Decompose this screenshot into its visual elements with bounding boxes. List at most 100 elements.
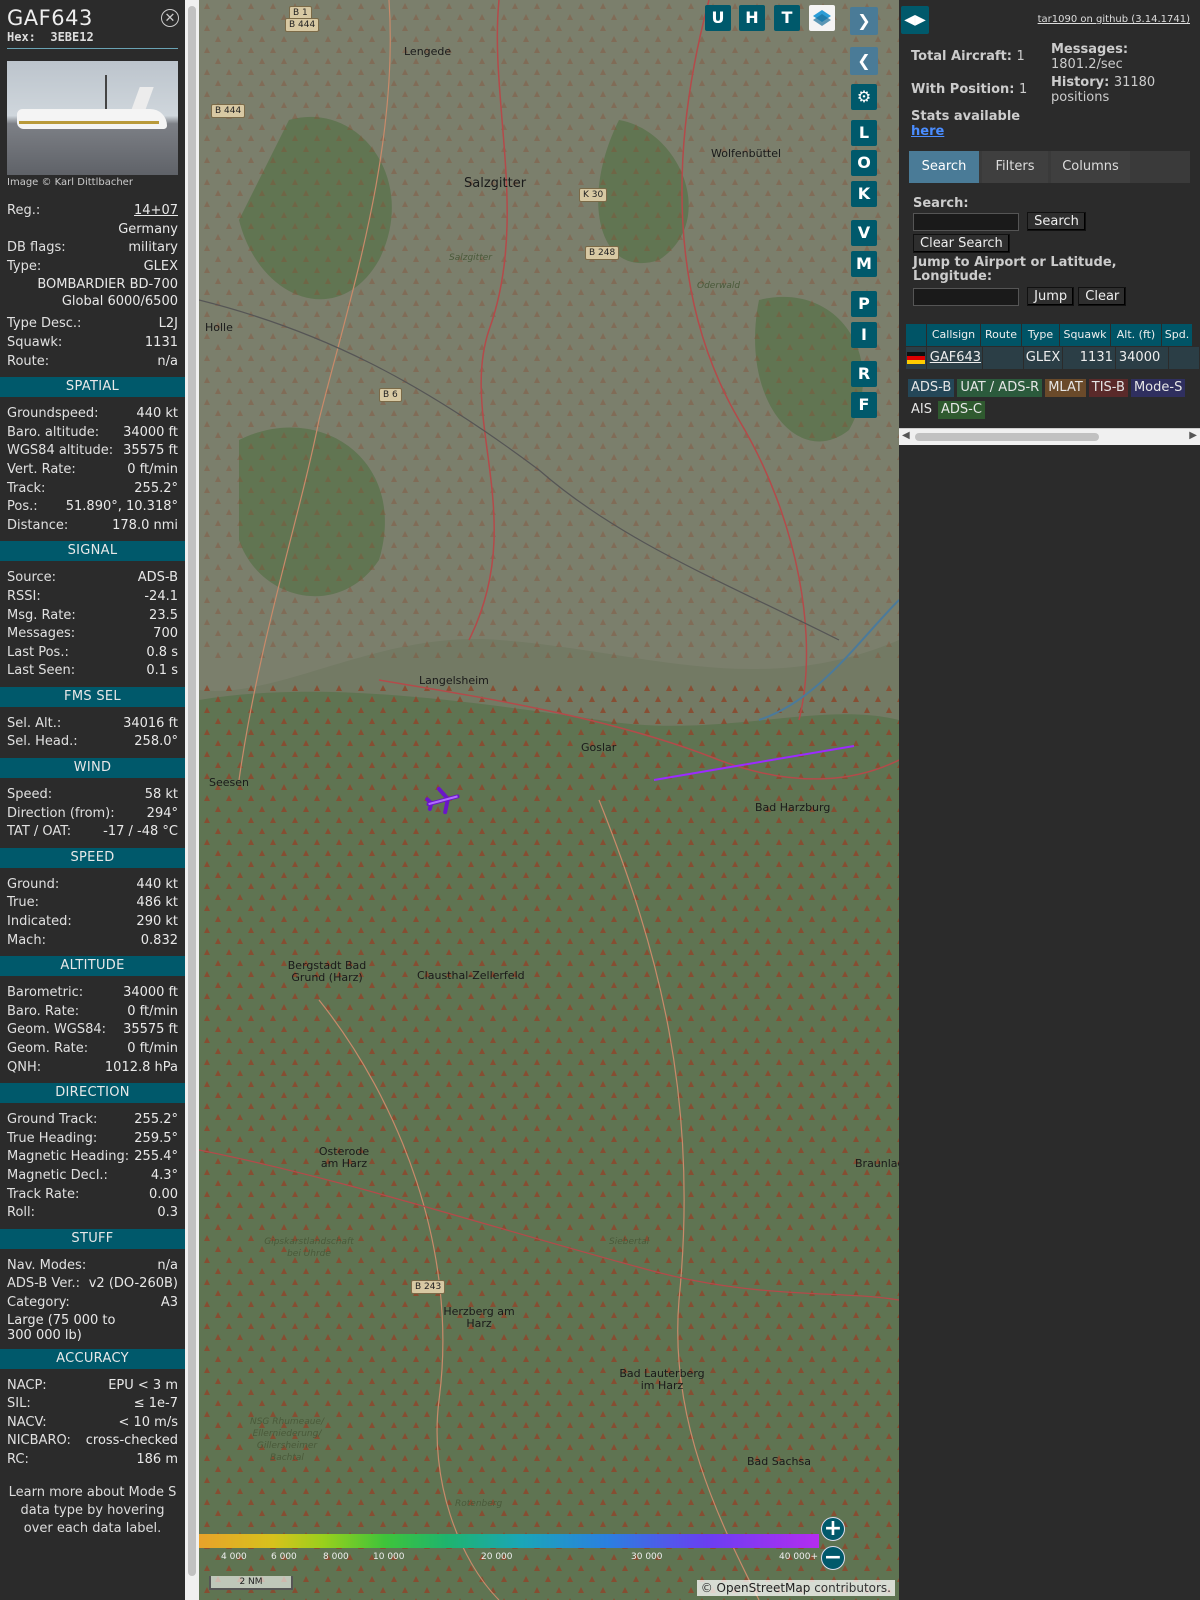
field-label: Mach: xyxy=(7,932,46,948)
row-squawk: 1131 xyxy=(1063,347,1115,369)
settings-button[interactable]: ⚙ xyxy=(851,84,877,110)
map-button-v[interactable]: V xyxy=(851,220,877,246)
column-header[interactable]: Route xyxy=(981,324,1021,346)
map-button-m[interactable]: M xyxy=(851,251,877,277)
section-header: DIRECTION xyxy=(0,1083,185,1104)
hex-label: Hex: xyxy=(7,30,36,44)
map-button-u[interactable]: U xyxy=(705,5,731,31)
table-row[interactable]: GAF643 GLEX 1131 34000 xyxy=(906,347,1200,369)
map-button-o[interactable]: O xyxy=(851,150,877,176)
plus-icon[interactable]: + xyxy=(824,1516,842,1541)
minor-place-label: NSG Rhumeaue/ Ellerniederung/ Gillershei… xyxy=(249,1417,325,1463)
map-button-l[interactable]: L xyxy=(851,120,877,146)
close-info-button[interactable]: ✕ xyxy=(161,9,179,27)
column-header[interactable]: Callsign xyxy=(927,324,980,346)
close-icon[interactable]: ✕ xyxy=(165,11,176,26)
search-button[interactable]: Search xyxy=(1027,212,1086,231)
table-header: Callsign Route Type Squawk Alt. (ft) Spd. xyxy=(906,324,1200,346)
tab-search[interactable]: Search xyxy=(909,151,979,183)
type-full-2: Global 6000/6500 xyxy=(61,294,178,310)
clear-search-button[interactable]: Clear Search xyxy=(913,234,1010,253)
category-desc-2: 300 000 lb) xyxy=(7,1327,82,1343)
gear-icon[interactable]: ⚙ xyxy=(857,87,871,106)
column-header[interactable]: Squawk xyxy=(1060,324,1110,346)
scroll-right-icon[interactable]: ▶ xyxy=(1189,430,1197,441)
row-speed xyxy=(1169,347,1200,369)
info-row: DB flags: military xyxy=(0,239,185,258)
version-link[interactable]: tar1090 on github (3.14.1741) xyxy=(1038,14,1190,25)
stats-here-link[interactable]: here xyxy=(911,124,944,139)
section-header: ACCURACY xyxy=(0,1348,185,1369)
field-value: < 10 m/s xyxy=(118,1414,178,1430)
history-label: History: xyxy=(1051,75,1110,90)
horizontal-scroll-thumb[interactable] xyxy=(915,433,1099,441)
info-scrollbar[interactable] xyxy=(185,0,199,1600)
selected-callsign: GAF643 xyxy=(7,6,93,30)
info-row: WGS84 altitude: 35575 ft xyxy=(0,442,185,461)
column-header[interactable] xyxy=(906,324,926,346)
sidebar-tabs: Search Filters Columns xyxy=(909,151,1190,183)
minus-icon[interactable]: − xyxy=(824,1545,842,1570)
zoom-in-button[interactable]: + xyxy=(821,1517,845,1541)
map-button-i[interactable]: I xyxy=(851,322,877,348)
scrollbar-thumb[interactable] xyxy=(188,6,196,1576)
jump-input[interactable] xyxy=(913,287,1019,306)
row-callsign[interactable]: GAF643 xyxy=(926,347,983,369)
table-horizontal-scrollbar[interactable]: ◀ ▶ xyxy=(899,428,1200,445)
column-header[interactable]: Type xyxy=(1022,324,1059,346)
photo-jet xyxy=(17,109,167,129)
info-row: Sel. Head.: 258.0° xyxy=(0,733,185,752)
info-row: RC: 186 m xyxy=(0,1451,185,1470)
map-canvas[interactable]: Lengede Salzgitter Wolfenbüttel Holle Langel… xyxy=(199,0,899,1600)
jump-button[interactable]: Jump xyxy=(1027,287,1075,306)
expand-panel-button[interactable]: ❯ xyxy=(850,7,878,35)
zoom-out-button[interactable]: − xyxy=(821,1546,845,1570)
map-button-r[interactable]: R xyxy=(851,361,877,387)
field-label: Messages: xyxy=(7,626,76,642)
road-badge: B 444 xyxy=(211,104,246,118)
left-right-arrows-icon[interactable]: ◀▶ xyxy=(904,12,926,28)
field-label: Type: xyxy=(7,258,42,274)
field-value[interactable]: 14+07 xyxy=(134,202,178,221)
search-input[interactable] xyxy=(913,212,1019,231)
field-label: Roll: xyxy=(7,1205,36,1221)
chevron-right-icon[interactable]: ❯ xyxy=(857,11,870,30)
field-label: DB flags: xyxy=(7,240,66,256)
with-position-value: 1 xyxy=(1019,82,1028,97)
collapse-panel-button[interactable]: ❮ xyxy=(850,47,878,75)
map-button-p[interactable]: P xyxy=(851,291,877,317)
place-label: Bergstadt Bad Grund (Harz) xyxy=(287,959,367,984)
field-label: Geom. Rate: xyxy=(7,1041,89,1056)
road-badge: B 444 xyxy=(285,18,320,32)
aircraft-photo[interactable] xyxy=(7,61,178,175)
place-label: Lengede xyxy=(404,45,452,58)
aircraft-track-line xyxy=(653,745,855,781)
clear-jump-button[interactable]: Clear xyxy=(1078,287,1127,306)
tab-filters[interactable]: Filters xyxy=(982,151,1048,183)
info-header: GAF643 Hex: 3EBE12 ✕ xyxy=(0,0,185,48)
field-label: True Heading: xyxy=(7,1130,98,1146)
field-value: 34016 ft xyxy=(123,715,178,731)
field-label: Pos.: xyxy=(7,499,38,515)
field-value: L2J xyxy=(158,316,178,332)
chevron-left-icon[interactable]: ❮ xyxy=(857,51,870,70)
toggle-sidebar-button[interactable]: ◀▶ xyxy=(901,6,929,34)
map-button-h[interactable]: H xyxy=(739,5,765,31)
tab-columns[interactable]: Columns xyxy=(1051,151,1130,183)
map-button-t[interactable]: T xyxy=(774,5,800,31)
column-header[interactable]: Spd. xyxy=(1162,324,1192,346)
aircraft-marker-icon[interactable] xyxy=(425,785,460,816)
field-label: Magnetic Heading: xyxy=(7,1149,130,1165)
field-label: Last Pos.: xyxy=(7,644,69,660)
map-button-k[interactable]: K xyxy=(851,181,877,207)
column-header[interactable]: Alt. (ft) xyxy=(1111,324,1161,346)
layers-button[interactable] xyxy=(809,5,835,31)
layers-icon[interactable] xyxy=(809,5,835,31)
attribution-link[interactable]: OpenStreetMap xyxy=(717,1581,811,1595)
field-label: Sel. Head.: xyxy=(7,734,78,750)
map-button-f[interactable]: F xyxy=(851,392,877,418)
scroll-left-icon[interactable]: ◀ xyxy=(902,430,910,441)
source-badge: ADS-B xyxy=(908,379,955,397)
identity-rows: Reg.: 14+07 Germany DB flags: military Type: G… xyxy=(0,202,185,276)
field-label: Squawk: xyxy=(7,334,63,350)
